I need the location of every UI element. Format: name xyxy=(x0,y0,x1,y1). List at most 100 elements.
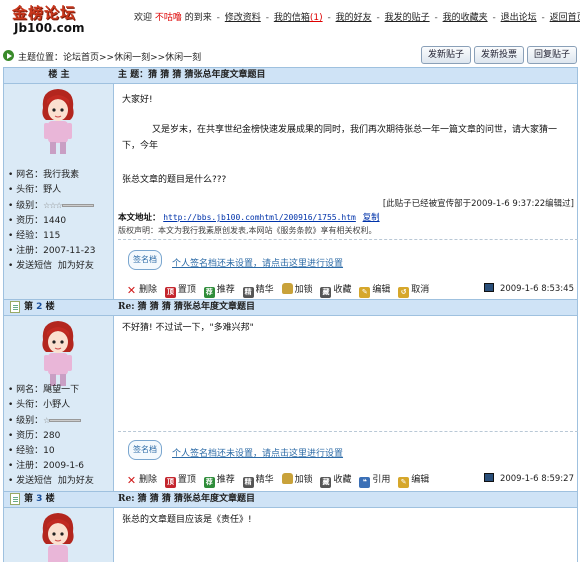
site-logo[interactable]: 金榜论坛 Jb100.com xyxy=(8,2,98,38)
new-poll-button[interactable]: 发新投票 xyxy=(473,46,524,64)
post-time: 2009-1-6 8:59:27 xyxy=(483,473,574,484)
user-title: 野人 xyxy=(43,185,62,195)
post-1: 楼 主 主 题：猜 猜 猜 猜张总年度文章题目 • 网名：我行我素 • 头衔：野… xyxy=(3,67,578,299)
post-body: 张总的文章题目应该是《责任》! xyxy=(118,508,578,562)
recommend-icon: 荐 xyxy=(203,287,215,298)
post-header: 第 3 楼 Re: 猜 猜 猜 猜张总年度文章题目 xyxy=(4,491,577,508)
post-actions: ✕ 删除 顶置顶 荐推荐 精精华 加锁 藏收藏 ✎ 编辑 ↺ 取消 xyxy=(126,282,434,298)
edit-note: [此贴子已经被宣传部于2009-1-6 9:37:22编辑过] xyxy=(382,199,574,209)
send-message-link[interactable]: • 发送短信 xyxy=(8,476,52,486)
favorites-link[interactable]: 我的收藏夹 xyxy=(443,10,488,23)
lock-icon xyxy=(281,473,293,484)
post-title: Re: 猜 猜 猜 猜张总年度文章题目 xyxy=(118,302,256,312)
breadcrumb-path[interactable]: 论坛首页>>休闲一刻>>休闲一刻 xyxy=(63,53,201,63)
logo-chinese: 金榜论坛 xyxy=(12,4,77,22)
post-url-line: 本文地址： http://bbs.jb100.comhtml/200916/17… xyxy=(118,211,380,223)
divider xyxy=(118,239,578,240)
user-avatar[interactable] xyxy=(37,86,79,156)
add-friend-link[interactable]: 加为好友 xyxy=(58,476,94,486)
pin-icon: 顶 xyxy=(164,287,176,298)
delete-action[interactable]: ✕ 删除 xyxy=(126,282,157,296)
new-post-button[interactable]: 发新贴子 xyxy=(420,46,471,64)
user-registered: 2009-1-6 xyxy=(43,461,85,471)
divider xyxy=(118,431,578,432)
user-avatar[interactable] xyxy=(37,510,79,562)
cancel-action[interactable]: ↺ 取消 xyxy=(398,282,429,298)
lock-action[interactable]: 加锁 xyxy=(281,472,313,485)
user-name: 我行我素 xyxy=(43,170,80,180)
arrived-text: 的到来 xyxy=(184,13,212,23)
user-exp: 115 xyxy=(43,231,61,241)
location-label: 主题位置： xyxy=(18,53,64,63)
quote-icon: ❝ xyxy=(359,477,371,488)
user-sidebar xyxy=(4,508,114,562)
computer-icon xyxy=(483,283,494,292)
logo-domain: Jb100.com xyxy=(14,21,85,35)
my-posts-link[interactable]: 我发的贴子 xyxy=(385,10,430,23)
digest-action[interactable]: 精精华 xyxy=(242,472,274,488)
lock-icon xyxy=(281,283,293,294)
favorite-action[interactable]: 藏收藏 xyxy=(320,472,351,488)
delete-icon: ✕ xyxy=(126,284,137,297)
post-text: 不好猜! 不过试一下，"多难兴邦" xyxy=(122,323,254,333)
send-message-link[interactable]: • 发送短信 xyxy=(8,261,52,271)
recommend-action[interactable]: 荐推荐 xyxy=(203,282,235,298)
inbox-count[interactable]: (1) xyxy=(310,13,323,23)
favorite-icon: 藏 xyxy=(320,477,332,488)
pin-action[interactable]: 顶置顶 xyxy=(164,282,196,298)
top-nav: 欢迎 不咕噜 的到来 - 修改资料 - 我的信箱(1) - 我的好友 - 我发的… xyxy=(134,10,580,23)
post-body: 不好猜! 不过试一下，"多难兴邦" 签名档 个人签名档还未设置，请点击这里进行设… xyxy=(118,316,578,491)
floor-label: 楼 主 xyxy=(48,70,70,80)
delete-action[interactable]: ✕ 删除 xyxy=(126,472,157,486)
add-friend-link[interactable]: 加为好友 xyxy=(58,261,94,271)
pin-action[interactable]: 顶置顶 xyxy=(164,472,196,488)
logout-link[interactable]: 退出论坛 xyxy=(501,10,537,23)
pin-icon: 顶 xyxy=(164,477,176,488)
inbox-link[interactable]: 我的信箱 xyxy=(274,10,310,23)
friends-link[interactable]: 我的好友 xyxy=(336,10,372,23)
level-bar xyxy=(61,204,94,207)
user-sidebar: • 网名：飓望一下 • 头衔：小野人 • 级别：☆ • 资历：280 • 经验：… xyxy=(4,316,114,491)
signature-setup-link[interactable]: 个人签名档还未设置，请点击这里进行设置 xyxy=(172,446,343,459)
recommend-action[interactable]: 荐推荐 xyxy=(203,472,235,488)
lock-action[interactable]: 加锁 xyxy=(281,282,313,295)
post-body: 大家好! 又是岁末，在共享世纪金榜快速发展成果的同时，我们再次期待张总一年一篇文… xyxy=(118,84,578,299)
post-actions-toolbar: 发新贴子 发新投票 回复贴子 xyxy=(418,46,577,64)
reply-post-button[interactable]: 回复贴子 xyxy=(526,46,577,64)
edit-action[interactable]: ✎ 编辑 xyxy=(398,472,429,488)
floor-label: 第 3 楼 xyxy=(4,492,114,507)
welcome-text: 欢迎 xyxy=(134,13,153,23)
user-money: 1440 xyxy=(43,216,67,226)
delete-icon: ✕ xyxy=(126,474,137,487)
breadcrumb: 主题位置：论坛首页>>休闲一刻>>休闲一刻 xyxy=(18,50,201,63)
username-link[interactable]: 不咕噜 xyxy=(155,10,182,23)
level-bar xyxy=(49,419,82,422)
user-avatar[interactable] xyxy=(37,318,79,388)
cancel-icon: ↺ xyxy=(398,287,410,298)
edit-profile-link[interactable]: 修改资料 xyxy=(225,10,261,23)
user-exp: 10 xyxy=(43,446,55,456)
user-info: • 网名：我行我素 • 头衔：野人 • 级别：☆☆☆ • 资历：1440 • 经… xyxy=(8,170,96,271)
recommend-icon: 荐 xyxy=(203,477,215,488)
signature-setup-link[interactable]: 个人签名档还未设置，请点击这里进行设置 xyxy=(172,256,343,269)
user-info: • 网名：飓望一下 • 头衔：小野人 • 级别：☆ • 资历：280 • 经验：… xyxy=(8,385,94,486)
post-url-link[interactable]: http://bbs.jb100.comhtml/200916/1755.htm xyxy=(163,213,356,222)
quote-action[interactable]: ❝ 引用 xyxy=(359,472,390,488)
user-title: 小野人 xyxy=(43,400,71,410)
url-label: 本文地址： xyxy=(118,213,161,223)
post-2: 第 2 楼 Re: 猜 猜 猜 猜张总年度文章题目 • 网名：飓望一下 • 头衔… xyxy=(3,299,578,491)
digest-icon: 精 xyxy=(242,477,254,488)
copy-link[interactable]: 复制 xyxy=(363,213,380,223)
digest-icon: 精 xyxy=(242,287,254,298)
digest-action[interactable]: 精精华 xyxy=(242,282,274,298)
level-stars-icon: ☆☆☆ xyxy=(43,201,62,210)
favorite-icon: 藏 xyxy=(320,287,332,298)
post-3: 第 3 楼 Re: 猜 猜 猜 猜张总年度文章题目 张总的文章题目应该是《责任》… xyxy=(3,491,578,562)
home-link[interactable]: 返回首页 xyxy=(550,10,580,23)
signature-badge: 签名档 xyxy=(128,250,162,270)
post-text: 张总的文章题目应该是《责任》! xyxy=(122,515,252,525)
favorite-action[interactable]: 藏收藏 xyxy=(320,282,351,298)
post-title: 主 题：猜 猜 猜 猜张总年度文章题目 xyxy=(118,70,266,80)
copyright-notice: 版权声明：本文为我行我素原创发表,本网站《服务条款》享有相关权利。 xyxy=(118,226,377,235)
edit-action[interactable]: ✎ 编辑 xyxy=(359,282,390,298)
